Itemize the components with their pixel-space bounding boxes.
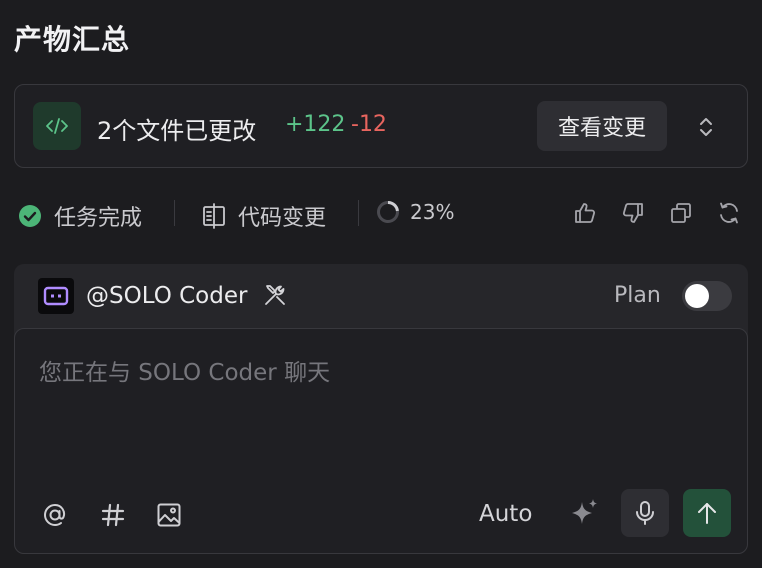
refresh-icon[interactable] bbox=[714, 198, 744, 228]
changes-summary-card: 2个文件已更改 +122 -12 查看变更 bbox=[14, 84, 748, 168]
sparkle-icon[interactable] bbox=[567, 495, 603, 531]
image-icon[interactable] bbox=[151, 497, 187, 533]
send-button[interactable] bbox=[683, 489, 731, 537]
files-changed-text: 2个文件已更改 bbox=[97, 117, 257, 145]
agent-mention[interactable]: @SOLO Coder bbox=[86, 283, 247, 309]
chat-header: @SOLO Coder Plan bbox=[14, 264, 748, 328]
tools-icon[interactable] bbox=[262, 282, 288, 308]
copy-icon[interactable] bbox=[666, 198, 696, 228]
code-changes-link[interactable]: 代码变更 bbox=[202, 200, 326, 232]
progress-percent: 23% bbox=[410, 200, 455, 224]
code-icon bbox=[33, 102, 81, 150]
progress-indicator: 23% bbox=[376, 200, 454, 224]
message-input[interactable] bbox=[39, 353, 719, 393]
hash-icon[interactable] bbox=[95, 497, 131, 533]
thumbs-up-icon[interactable] bbox=[570, 198, 600, 228]
task-status: 任务完成 bbox=[18, 200, 142, 232]
bot-icon bbox=[38, 278, 74, 314]
progress-ring-icon bbox=[377, 201, 399, 223]
task-status-label: 任务完成 bbox=[54, 206, 143, 231]
mic-button[interactable] bbox=[621, 489, 669, 537]
at-icon[interactable] bbox=[37, 497, 73, 533]
plan-toggle-knob bbox=[685, 284, 709, 308]
mic-icon bbox=[636, 501, 654, 525]
diff-icon bbox=[203, 203, 225, 229]
lines-removed-count: -12 bbox=[351, 112, 387, 137]
divider bbox=[174, 200, 175, 226]
plan-toggle[interactable] bbox=[682, 281, 732, 311]
view-changes-button[interactable]: 查看变更 bbox=[537, 101, 667, 151]
chat-composer: @SOLO Coder Plan 您正在与 SOLO Coder 聊天 Auto bbox=[14, 264, 748, 554]
divider bbox=[358, 200, 359, 226]
check-circle-icon bbox=[19, 205, 41, 227]
thumbs-down-icon[interactable] bbox=[618, 198, 648, 228]
lines-added-count: +122 bbox=[285, 112, 346, 137]
plan-label: Plan bbox=[614, 283, 661, 308]
message-input-area: Auto bbox=[14, 328, 748, 554]
status-row: 任务完成 代码变更 23% bbox=[0, 190, 762, 234]
model-selector[interactable]: Auto bbox=[479, 501, 532, 527]
arrow-up-icon bbox=[698, 503, 716, 524]
chevron-up-down-icon[interactable] bbox=[691, 111, 721, 143]
page-title: 产物汇总 bbox=[14, 23, 131, 56]
code-changes-label: 代码变更 bbox=[238, 206, 327, 231]
